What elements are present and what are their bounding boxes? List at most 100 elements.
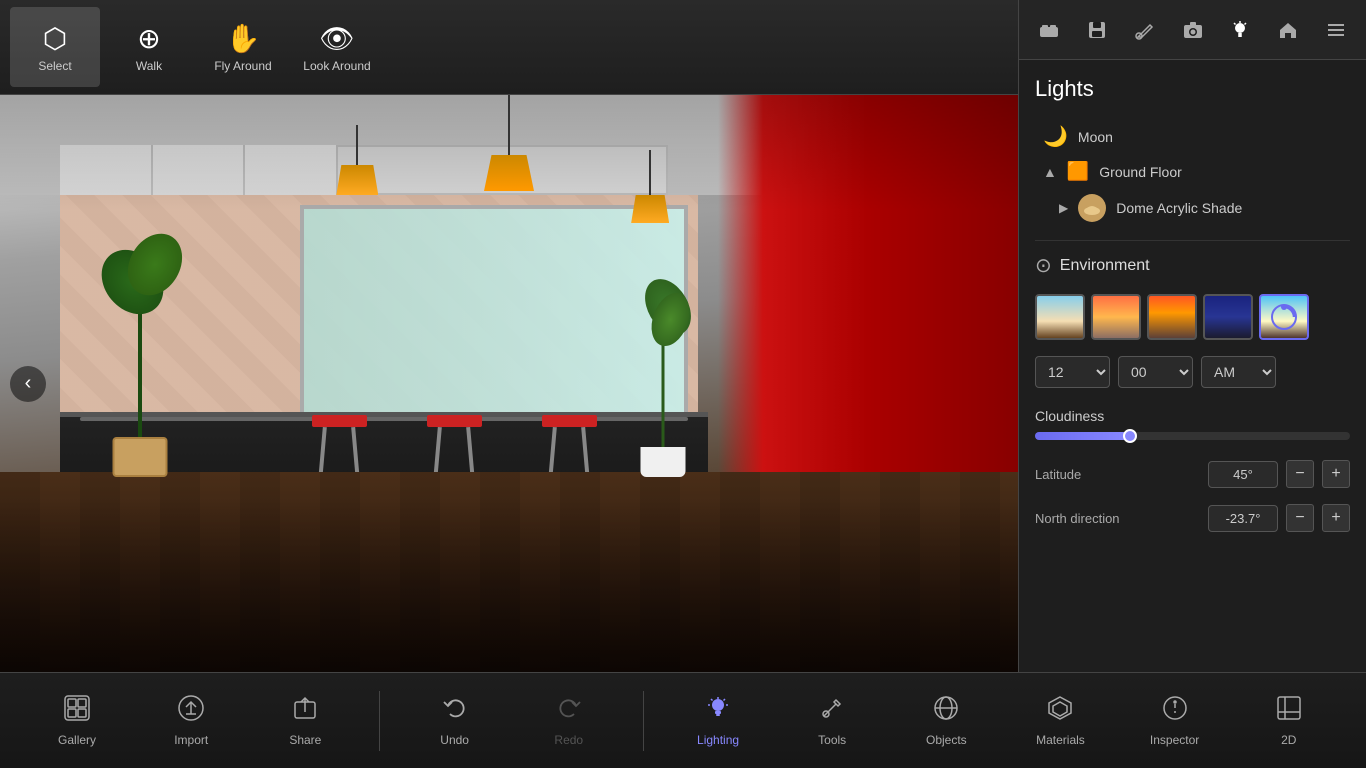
objects-icon <box>932 694 960 729</box>
toolbar-divider-1 <box>379 691 380 751</box>
pendant-lamp-center <box>484 95 534 191</box>
tools-label: Tools <box>818 733 846 747</box>
import-button[interactable]: Import <box>151 686 231 755</box>
share-button[interactable]: Share <box>265 686 345 755</box>
right-panel: Lights 🌙 Moon ▲ 🟧 Ground Floor ▶ Dom <box>1018 0 1366 672</box>
objects-label: Objects <box>926 733 967 747</box>
materials-button[interactable]: Materials <box>1020 686 1100 755</box>
objects-button[interactable]: Objects <box>906 686 986 755</box>
redo-icon <box>555 694 583 729</box>
fly-around-label: Fly Around <box>214 59 271 73</box>
north-increase-button[interactable]: + <box>1322 504 1350 532</box>
inspector-button[interactable]: Inspector <box>1135 686 1215 755</box>
undo-button[interactable]: Undo <box>415 686 495 755</box>
2d-button[interactable]: 2D <box>1249 686 1329 755</box>
north-direction-label: North direction <box>1035 511 1120 526</box>
preset-night-button[interactable] <box>1203 294 1253 340</box>
2d-icon <box>1275 694 1303 729</box>
fly-around-icon: ✋ <box>226 22 261 55</box>
redo-button[interactable]: Redo <box>529 686 609 755</box>
north-direction-row: North direction − + <box>1019 496 1366 540</box>
undo-label: Undo <box>440 733 469 747</box>
toolbar-divider-2 <box>643 691 644 751</box>
latitude-row: Latitude − + <box>1019 452 1366 496</box>
walk-tool-button[interactable]: ⊕ Walk <box>104 7 194 87</box>
cloudiness-fill <box>1035 432 1130 440</box>
select-icon: ⬡ <box>43 22 67 55</box>
gallery-label: Gallery <box>58 733 96 747</box>
time-minute-select[interactable]: 00153045 <box>1118 356 1193 388</box>
environment-header[interactable]: ⊙ Environment <box>1019 245 1366 286</box>
gallery-button[interactable]: Gallery <box>37 686 117 755</box>
lighting-button[interactable]: Lighting <box>678 686 758 755</box>
north-decrease-button[interactable]: − <box>1286 504 1314 532</box>
look-around-tool-button[interactable]: 👁 Look Around <box>292 7 382 87</box>
list-panel-button[interactable] <box>1314 8 1358 52</box>
dome-icon <box>1078 194 1106 222</box>
gallery-icon <box>63 694 91 729</box>
lighting-label: Lighting <box>697 733 739 747</box>
furniture-panel-button[interactable] <box>1027 8 1071 52</box>
2d-label: 2D <box>1281 733 1296 747</box>
cloudiness-label: Cloudiness <box>1035 408 1350 424</box>
environment-chevron-icon: ⊙ <box>1035 253 1052 278</box>
home-panel-button[interactable] <box>1266 8 1310 52</box>
paint-panel-button[interactable] <box>1123 8 1167 52</box>
light-group: ▶ Dome Acrylic Shade <box>1051 188 1350 228</box>
walk-label: Walk <box>136 59 162 73</box>
import-icon <box>177 694 205 729</box>
latitude-label: Latitude <box>1035 467 1081 482</box>
light-panel-button[interactable] <box>1218 8 1262 52</box>
pendant-lamp-left <box>336 125 378 195</box>
ground-floor-item[interactable]: ▲ 🟧 Ground Floor <box>1035 155 1350 188</box>
moon-label: Moon <box>1078 129 1113 145</box>
ground-floor-label: Ground Floor <box>1099 164 1181 180</box>
cloudiness-slider[interactable] <box>1035 432 1350 440</box>
preset-evening-button[interactable] <box>1147 294 1197 340</box>
cloudiness-section: Cloudiness <box>1019 396 1366 452</box>
save-panel-button[interactable] <box>1075 8 1119 52</box>
select-tool-button[interactable]: ⬡ Select <box>10 7 100 87</box>
preset-custom-button[interactable] <box>1259 294 1309 340</box>
pendant-lamp-right <box>631 150 669 223</box>
time-period-select[interactable]: AMPM <box>1201 356 1276 388</box>
preset-morning-button[interactable] <box>1091 294 1141 340</box>
import-label: Import <box>174 733 208 747</box>
share-icon <box>291 694 319 729</box>
environment-title: Environment <box>1060 257 1150 275</box>
fly-around-tool-button[interactable]: ✋ Fly Around <box>198 7 288 87</box>
time-hour-select[interactable]: 12123 4567 891011 <box>1035 356 1110 388</box>
inspector-label: Inspector <box>1150 733 1199 747</box>
dome-expand-icon: ▶ <box>1059 201 1068 215</box>
preset-day-button[interactable] <box>1035 294 1085 340</box>
main-3d-view[interactable]: ‹ <box>0 95 1018 672</box>
environment-section: ⊙ Environment 12123 <box>1019 245 1366 540</box>
materials-icon <box>1046 694 1074 729</box>
lights-section: Lights 🌙 Moon ▲ 🟧 Ground Floor ▶ Dom <box>1019 60 1366 236</box>
walk-icon: ⊕ <box>137 22 160 55</box>
ground-floor-expand-icon: ▲ <box>1043 164 1057 180</box>
moon-icon: 🌙 <box>1043 124 1068 149</box>
lighting-icon <box>704 694 732 729</box>
camera-panel-button[interactable] <box>1171 8 1215 52</box>
ground-floor-icon: 🟧 <box>1067 161 1089 182</box>
look-around-label: Look Around <box>303 59 370 73</box>
tools-icon <box>818 694 846 729</box>
kitchen-scene: ‹ <box>0 95 1018 672</box>
dome-acrylic-shade-item[interactable]: ▶ Dome Acrylic Shade <box>1051 188 1350 228</box>
moon-light-item[interactable]: 🌙 Moon <box>1035 118 1350 155</box>
tools-button[interactable]: Tools <box>792 686 872 755</box>
time-row: 12123 4567 891011 00153045 AMPM <box>1019 348 1366 396</box>
panel-icon-row <box>1019 0 1366 60</box>
cloudiness-thumb[interactable] <box>1123 429 1137 443</box>
materials-label: Materials <box>1036 733 1085 747</box>
latitude-input[interactable] <box>1208 461 1278 488</box>
prev-view-button[interactable]: ‹ <box>10 366 46 402</box>
dome-label: Dome Acrylic Shade <box>1116 200 1242 216</box>
undo-icon <box>441 694 469 729</box>
share-label: Share <box>289 733 321 747</box>
top-toolbar: ⬡ Select ⊕ Walk ✋ Fly Around 👁 Look Arou… <box>0 0 1018 95</box>
latitude-decrease-button[interactable]: − <box>1286 460 1314 488</box>
latitude-increase-button[interactable]: + <box>1322 460 1350 488</box>
north-direction-input[interactable] <box>1208 505 1278 532</box>
